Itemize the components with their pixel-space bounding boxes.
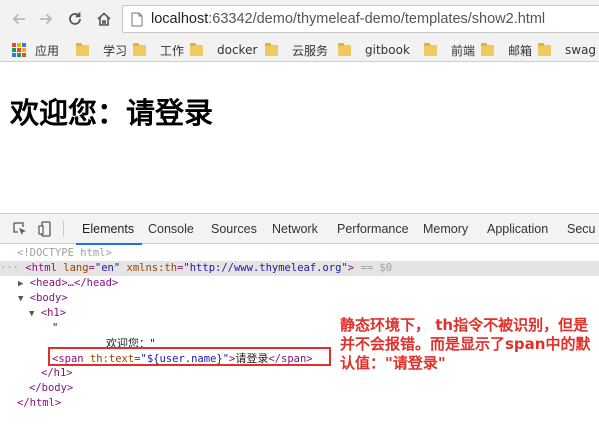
dom-close-body: </body> — [29, 382, 74, 394]
dom-close-html: </html> — [17, 397, 62, 409]
url-text: localhost:63342/demo/thymeleaf-demo/temp… — [151, 11, 546, 27]
bookmarks-bar: 应用 学习 工作 docker 云服务 gitbook 前端 邮箱 swag — [0, 38, 599, 62]
collapse-triangle-icon[interactable]: ▼ — [29, 309, 34, 319]
page-heading: 欢迎您：请登录 — [10, 96, 214, 130]
tab-sources[interactable]: Sources — [211, 214, 257, 244]
highlight-box — [48, 347, 331, 366]
tab-console[interactable]: Console — [148, 214, 194, 244]
folder-icon — [190, 42, 203, 56]
home-icon — [97, 12, 111, 26]
dom-text-node[interactable]: " — [52, 321, 58, 336]
dom-node-h1[interactable]: ▼ <h1> — [29, 306, 66, 321]
tab-elements[interactable]: Elements — [75, 214, 143, 245]
annotation-note: 静态环境下， th指令不被识别，但是并不会报错。而是显示了span中的默认值："… — [340, 316, 591, 372]
inspect-element-icon[interactable] — [12, 221, 28, 237]
dom-node-html[interactable]: ··· <html lang="en" xmlns:th="http://www… — [0, 261, 599, 276]
tab-performance[interactable]: Performance — [337, 214, 409, 244]
folder-icon — [133, 42, 146, 56]
folder-icon — [76, 42, 89, 56]
dom-doctype[interactable]: <!DOCTYPE html> — [17, 246, 112, 261]
arrow-left-icon — [12, 13, 25, 25]
dom-node-body[interactable]: ▼ <body> — [18, 291, 68, 306]
address-bar[interactable]: localhost:63342/demo/thymeleaf-demo/temp… — [122, 5, 599, 33]
folder-icon — [338, 42, 351, 56]
home-button[interactable] — [93, 8, 115, 30]
bookmark-apps[interactable]: 应用 — [12, 42, 59, 58]
tab-security[interactable]: Secu — [567, 214, 596, 244]
devtools-tab-bar: Elements Console Sources Network Perform… — [0, 214, 599, 245]
bookmark-folder[interactable]: gitbook — [338, 42, 410, 58]
folder-icon — [424, 42, 437, 56]
toolbar-divider — [63, 221, 64, 237]
apps-grid-icon — [12, 43, 26, 57]
bookmark-folder[interactable]: 前端 — [424, 42, 475, 58]
dom-close-h1: </h1> — [41, 367, 73, 379]
bookmark-folder[interactable]: swag — [538, 42, 596, 58]
bookmark-folder[interactable]: 工作 — [133, 42, 184, 58]
expand-triangle-icon[interactable]: ▶ — [18, 279, 23, 289]
folder-icon — [265, 42, 278, 56]
device-toolbar-icon[interactable] — [38, 221, 54, 237]
tab-memory[interactable]: Memory — [423, 214, 468, 244]
page-viewport: 欢迎您：请登录 — [0, 63, 599, 213]
reload-icon — [69, 12, 81, 25]
reload-button[interactable] — [64, 8, 86, 30]
folder-icon — [481, 42, 494, 56]
bookmark-folder[interactable]: 邮箱 — [481, 42, 532, 58]
folder-icon — [538, 42, 551, 56]
forward-button[interactable] — [35, 8, 57, 30]
collapse-triangle-icon[interactable]: ▼ — [18, 294, 23, 304]
tab-network[interactable]: Network — [272, 214, 318, 244]
tab-application[interactable]: Application — [487, 214, 548, 244]
page-icon — [131, 12, 143, 27]
arrow-right-icon — [40, 13, 53, 25]
bookmark-folder[interactable]: docker — [190, 42, 257, 58]
browser-toolbar: localhost:63342/demo/thymeleaf-demo/temp… — [0, 0, 599, 38]
bookmark-folder[interactable]: 学习 — [76, 42, 127, 58]
bookmark-folder[interactable]: 云服务 — [265, 42, 328, 58]
back-button[interactable] — [8, 8, 30, 30]
dom-node-head[interactable]: ▶ <head>…</head> — [18, 276, 118, 291]
